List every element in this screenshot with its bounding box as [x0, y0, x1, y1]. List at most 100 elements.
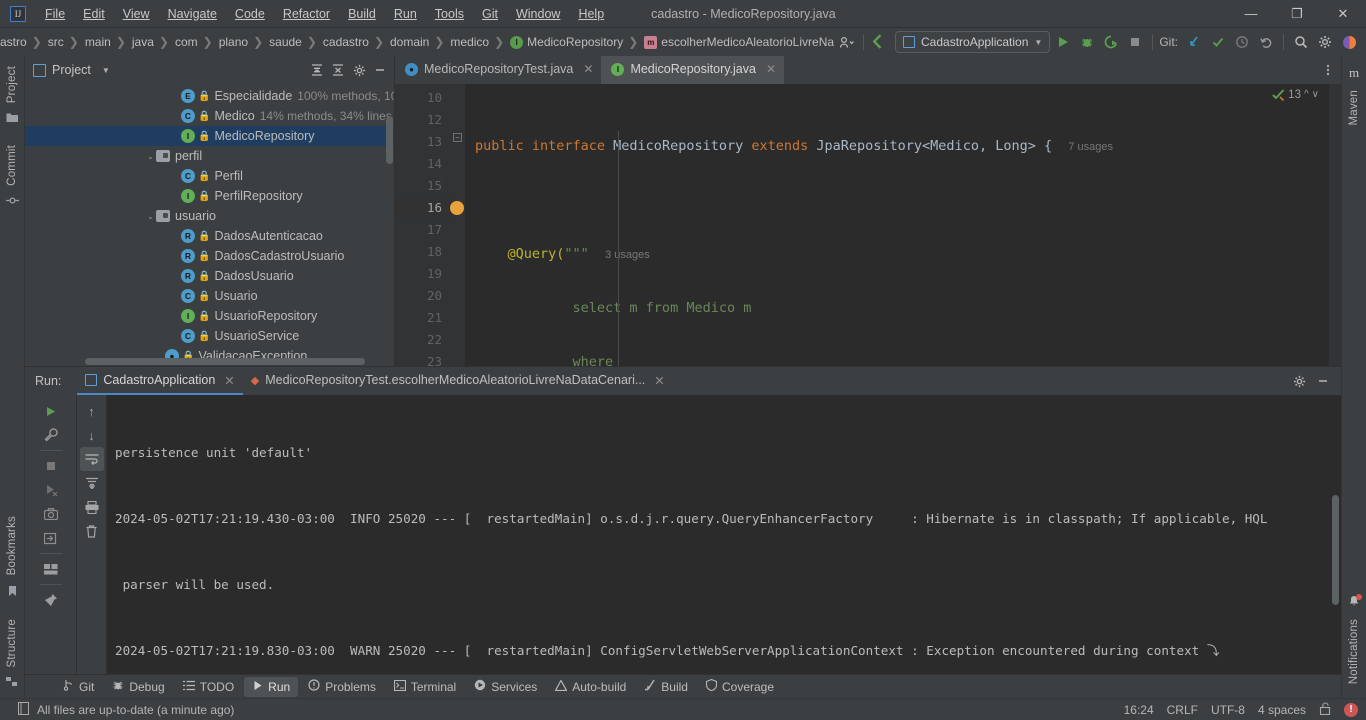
indent-setting[interactable]: 4 spaces	[1258, 703, 1306, 717]
menu-file[interactable]: File	[36, 4, 74, 24]
console-output[interactable]: persistence unit 'default' 2024-05-02T17…	[107, 395, 1341, 674]
chevron-down-icon[interactable]: ⌄	[145, 152, 156, 161]
breadcrumb-item[interactable]: medico ❯	[446, 35, 506, 49]
rerun-icon[interactable]	[38, 399, 64, 423]
breadcrumb-item[interactable]: saude ❯	[265, 35, 319, 49]
breadcrumb-item[interactable]: main ❯	[81, 35, 128, 49]
tree-row[interactable]: R 🔒 DadosCadastroUsuario	[25, 246, 394, 266]
rail-item-commit[interactable]: Commit	[6, 139, 18, 192]
maximize-button[interactable]: ❐	[1274, 0, 1320, 28]
tree-row[interactable]: E 🔒 Especialidade 100% methods, 100%	[25, 86, 394, 106]
menu-navigate[interactable]: Navigate	[159, 4, 226, 24]
unlocked-icon[interactable]	[1319, 702, 1331, 718]
rail-item-structure[interactable]: Structure	[6, 613, 18, 673]
line-separator[interactable]: CRLF	[1167, 703, 1198, 717]
toolwindow-todo[interactable]: TODO	[175, 677, 242, 697]
scroll-up-icon[interactable]: ↑	[80, 399, 104, 423]
project-tree-horizontal-scrollbar[interactable]	[85, 358, 365, 365]
chevron-down-icon[interactable]: ⌄	[145, 212, 156, 221]
caret-position[interactable]: 16:24	[1124, 703, 1154, 717]
tree-row[interactable]: C 🔒 Perfil	[25, 166, 394, 186]
gear-icon[interactable]	[1314, 31, 1336, 53]
stop-icon[interactable]	[38, 454, 64, 478]
breadcrumb-item[interactable]: java ❯	[128, 35, 171, 49]
tree-row[interactable]: I 🔒 UsuarioRepository	[25, 306, 394, 326]
editor-tab-medicorepository[interactable]: I MedicoRepository.java ✕	[601, 56, 785, 84]
close-icon[interactable]: ✕	[654, 373, 664, 388]
clear-all-icon[interactable]	[80, 519, 104, 543]
menu-build[interactable]: Build	[339, 4, 385, 24]
prev-problem-icon[interactable]: ^	[1304, 89, 1309, 100]
hide-icon[interactable]	[1313, 371, 1333, 391]
export-icon[interactable]	[38, 526, 64, 550]
tree-row[interactable]: C 🔒 Medico 14% methods, 34% lines c	[25, 106, 394, 126]
breadcrumb-item[interactable]: domain ❯	[386, 35, 446, 49]
git-commit-icon[interactable]	[1207, 31, 1229, 53]
scroll-down-icon[interactable]: ↓	[80, 423, 104, 447]
expand-all-icon[interactable]	[307, 60, 327, 80]
profiler-icon[interactable]	[835, 31, 857, 53]
menu-tools[interactable]: Tools	[426, 4, 473, 24]
minimize-button[interactable]: —	[1228, 0, 1274, 28]
menu-git[interactable]: Git	[473, 4, 507, 24]
toolwindow-debug[interactable]: Debug	[104, 677, 172, 697]
code-text[interactable]: public interface MedicoRepository extend…	[465, 84, 1341, 366]
project-tree-vertical-scrollbar[interactable]	[386, 116, 393, 164]
gear-icon[interactable]	[349, 60, 369, 80]
run-button[interactable]	[1052, 31, 1074, 53]
scroll-to-end-icon[interactable]	[80, 471, 104, 495]
breadcrumb-item[interactable]: plano ❯	[215, 35, 265, 49]
intention-bulb-icon[interactable]	[450, 201, 464, 215]
intellij-logo-icon[interactable]: IJ	[10, 5, 26, 22]
git-update-icon[interactable]	[1183, 31, 1205, 53]
project-tree[interactable]: E 🔒 Especialidade 100% methods, 100% C 🔒…	[25, 84, 394, 366]
run-configuration-selector[interactable]: CadastroApplication ▼	[895, 31, 1051, 53]
git-rollback-icon[interactable]	[1255, 31, 1277, 53]
inspection-widget[interactable]: 13 ^ ∨	[1272, 88, 1319, 101]
tree-row[interactable]: R 🔒 DadosAutenticacao	[25, 226, 394, 246]
menu-help[interactable]: Help	[569, 4, 613, 24]
tree-row[interactable]: C 🔒 UsuarioService	[25, 326, 394, 346]
toolwindow-services[interactable]: Services	[466, 677, 545, 697]
tree-row[interactable]: R 🔒 DadosUsuario	[25, 266, 394, 286]
tree-row[interactable]: I 🔒 PerfilRepository	[25, 186, 394, 206]
print-icon[interactable]	[80, 495, 104, 519]
menu-edit[interactable]: Edit	[74, 4, 114, 24]
run-tab-cadastroapplication[interactable]: CadastroApplication ✕	[77, 367, 243, 395]
toolwindow-terminal[interactable]: Terminal	[386, 677, 464, 697]
breadcrumb-item[interactable]: astro ❯	[0, 35, 44, 49]
close-button[interactable]: ✕	[1320, 0, 1366, 28]
stop-button[interactable]	[1124, 31, 1146, 53]
toolwindow-build[interactable]: Build	[636, 677, 696, 697]
editor-tab-medicorepositorytest[interactable]: ● MedicoRepositoryTest.java ✕	[395, 56, 601, 84]
rerun-failed-tests-icon[interactable]	[38, 478, 64, 502]
breadcrumb-item[interactable]: com ❯	[171, 35, 215, 49]
breadcrumb-item-method[interactable]: mescolherMedicoAleatorioLivreNaData	[640, 35, 835, 49]
toolwindow-autobuild[interactable]: Auto-build	[547, 677, 634, 697]
editor-gutter[interactable]: 10 12 13 14 15 16 17 18 19 20 21 22 23	[395, 84, 451, 366]
file-encoding[interactable]: UTF-8	[1211, 703, 1245, 717]
run-with-coverage-button[interactable]	[1100, 31, 1122, 53]
menu-view[interactable]: View	[114, 4, 159, 24]
breadcrumb-item[interactable]: cadastro ❯	[319, 35, 386, 49]
editor-fold-column[interactable]: −	[450, 84, 465, 366]
console-vertical-scrollbar[interactable]	[1332, 495, 1339, 605]
error-badge[interactable]: !	[1344, 702, 1358, 717]
menu-code[interactable]: Code	[226, 4, 274, 24]
debug-button[interactable]	[1076, 31, 1098, 53]
toolwindow-coverage[interactable]: Coverage	[698, 677, 782, 697]
code-editor[interactable]: 10 12 13 14 15 16 17 18 19 20 21 22 23 −…	[395, 84, 1341, 366]
layout-icon[interactable]	[38, 557, 64, 581]
back-arrow-icon[interactable]	[870, 31, 893, 53]
tree-row[interactable]: ⌄ perfil	[25, 146, 394, 166]
gear-icon[interactable]	[1289, 371, 1309, 391]
fold-region-icon[interactable]: −	[453, 133, 462, 142]
wrench-icon[interactable]	[38, 423, 64, 447]
hide-icon[interactable]	[370, 60, 390, 80]
ai-assistant-icon[interactable]	[1338, 31, 1360, 53]
tree-row-selected[interactable]: I 🔒 MedicoRepository	[25, 126, 394, 146]
soft-wrap-icon[interactable]	[79, 447, 104, 471]
search-icon[interactable]	[1290, 31, 1312, 53]
tree-row[interactable]: ⌄ usuario	[25, 206, 394, 226]
rail-item-maven[interactable]: Maven	[1348, 84, 1360, 132]
